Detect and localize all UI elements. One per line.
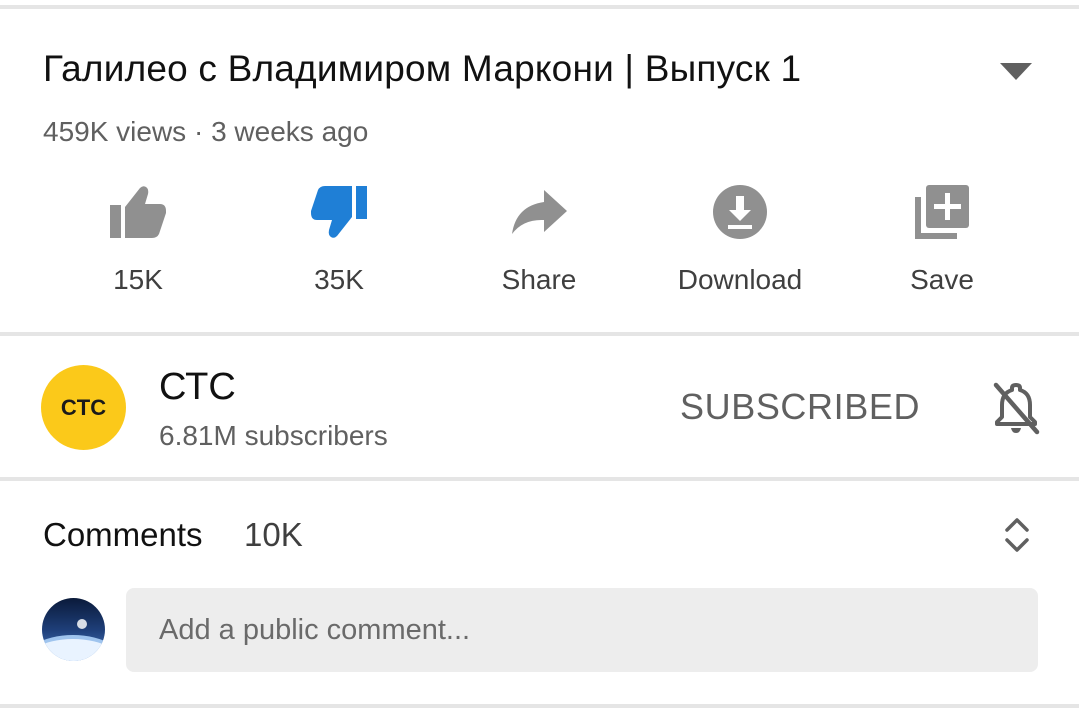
channel-logo-text: CTC	[60, 394, 107, 420]
share-arrow-icon	[507, 180, 571, 244]
top-divider	[0, 5, 1079, 9]
expand-description-button[interactable]	[993, 54, 1039, 90]
bell-off-icon	[993, 382, 1040, 435]
dislike-button[interactable]: 35K	[249, 180, 429, 305]
comments-expand-button[interactable]	[996, 512, 1038, 558]
actions-divider	[0, 332, 1079, 336]
video-meta: 459K views · 3 weeks ago	[43, 116, 369, 147]
comment-input[interactable]	[126, 588, 1038, 672]
dislike-count: 35K	[314, 264, 364, 295]
video-title-row[interactable]: Галилео с Владимиром Маркони | Выпуск 1	[43, 44, 1043, 100]
video-title: Галилео с Владимиром Маркони | Выпуск 1	[43, 48, 802, 89]
like-count: 15K	[113, 264, 163, 295]
subscriber-count: 6.81M subscribers	[159, 420, 388, 451]
notification-bell-button[interactable]	[988, 381, 1044, 437]
save-label: Save	[910, 264, 974, 295]
thumb-up-icon	[106, 180, 170, 244]
channel-avatar[interactable]: CTC	[41, 365, 126, 450]
download-icon	[708, 180, 772, 244]
share-label: Share	[501, 264, 577, 295]
unfold-more-icon	[1005, 518, 1029, 552]
playlist-add-icon	[910, 180, 974, 244]
channel-name[interactable]: СТС	[159, 366, 236, 409]
save-button[interactable]: Save	[852, 180, 1032, 305]
comments-count: 10K	[244, 516, 303, 553]
thumb-down-icon	[307, 180, 371, 244]
download-label: Download	[677, 264, 803, 295]
action-bar: 15K 35K Share Download Save	[0, 180, 1079, 310]
caret-down-icon	[1000, 63, 1032, 80]
user-avatar[interactable]	[42, 598, 105, 661]
download-button[interactable]: Download	[650, 180, 830, 305]
share-button[interactable]: Share	[449, 180, 629, 305]
bottom-divider	[0, 704, 1079, 708]
subscribed-button[interactable]: SUBSCRIBED	[680, 386, 920, 428]
comments-title[interactable]: Comments	[43, 516, 203, 554]
like-button[interactable]: 15K	[48, 180, 228, 305]
channel-divider	[0, 477, 1079, 481]
